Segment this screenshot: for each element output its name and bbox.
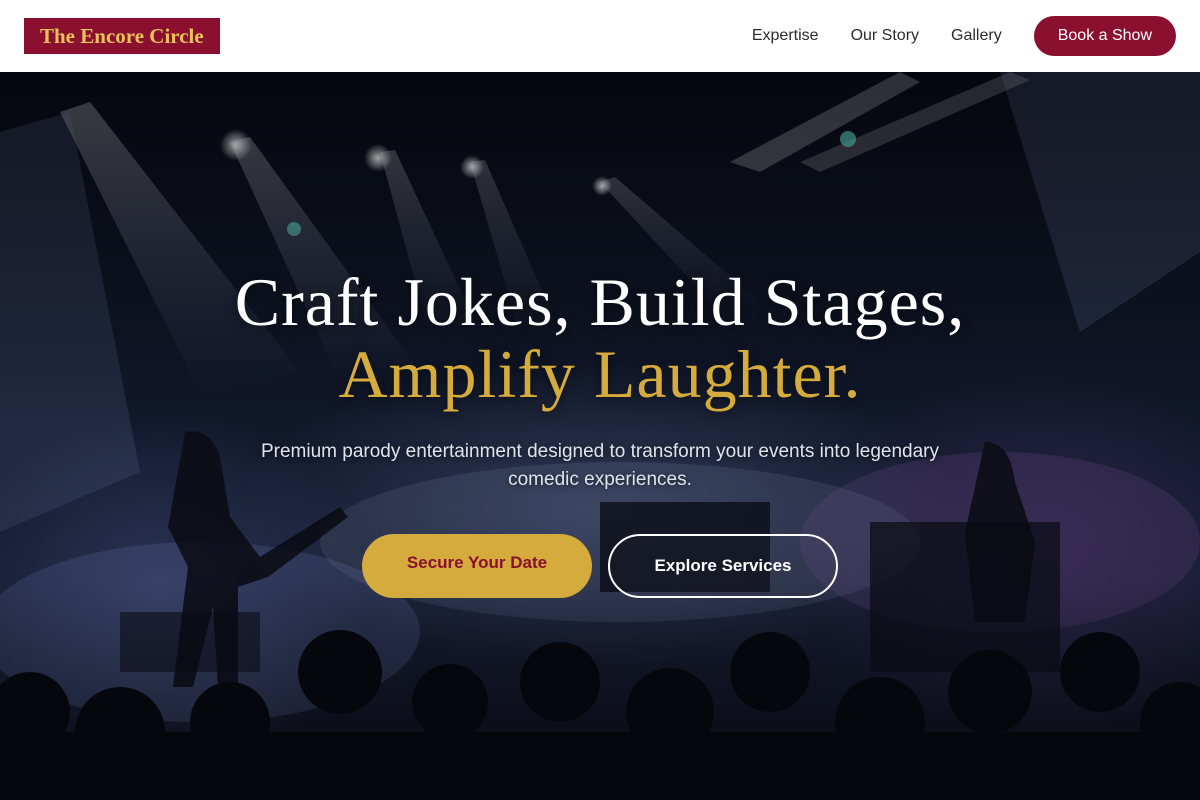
- headline-accent-line: Amplify Laughter.: [338, 336, 862, 412]
- secure-your-date-button[interactable]: Secure Your Date: [362, 534, 592, 598]
- hero-section: Craft Jokes, Build Stages, Amplify Laugh…: [0, 72, 1200, 800]
- nav-link-gallery[interactable]: Gallery: [951, 27, 1002, 45]
- top-navbar: The Encore Circle Expertise Our Story Ga…: [0, 0, 1200, 72]
- brand-logo[interactable]: The Encore Circle: [24, 18, 220, 54]
- headline-line-1: Craft Jokes, Build Stages,: [234, 264, 966, 340]
- explore-services-button[interactable]: Explore Services: [608, 534, 838, 598]
- hero-content: Craft Jokes, Build Stages, Amplify Laugh…: [0, 266, 1200, 598]
- main-nav: Expertise Our Story Gallery Book a Show: [720, 16, 1176, 56]
- nav-link-expertise[interactable]: Expertise: [752, 27, 819, 45]
- hero-subtitle: Premium parody entertainment designed to…: [260, 441, 940, 490]
- hero-headline: Craft Jokes, Build Stages, Amplify Laugh…: [0, 266, 1200, 410]
- hero-cta-row: Secure Your Date Explore Services: [0, 534, 1200, 598]
- book-a-show-button[interactable]: Book a Show: [1033, 16, 1176, 56]
- nav-link-our-story[interactable]: Our Story: [851, 27, 919, 45]
